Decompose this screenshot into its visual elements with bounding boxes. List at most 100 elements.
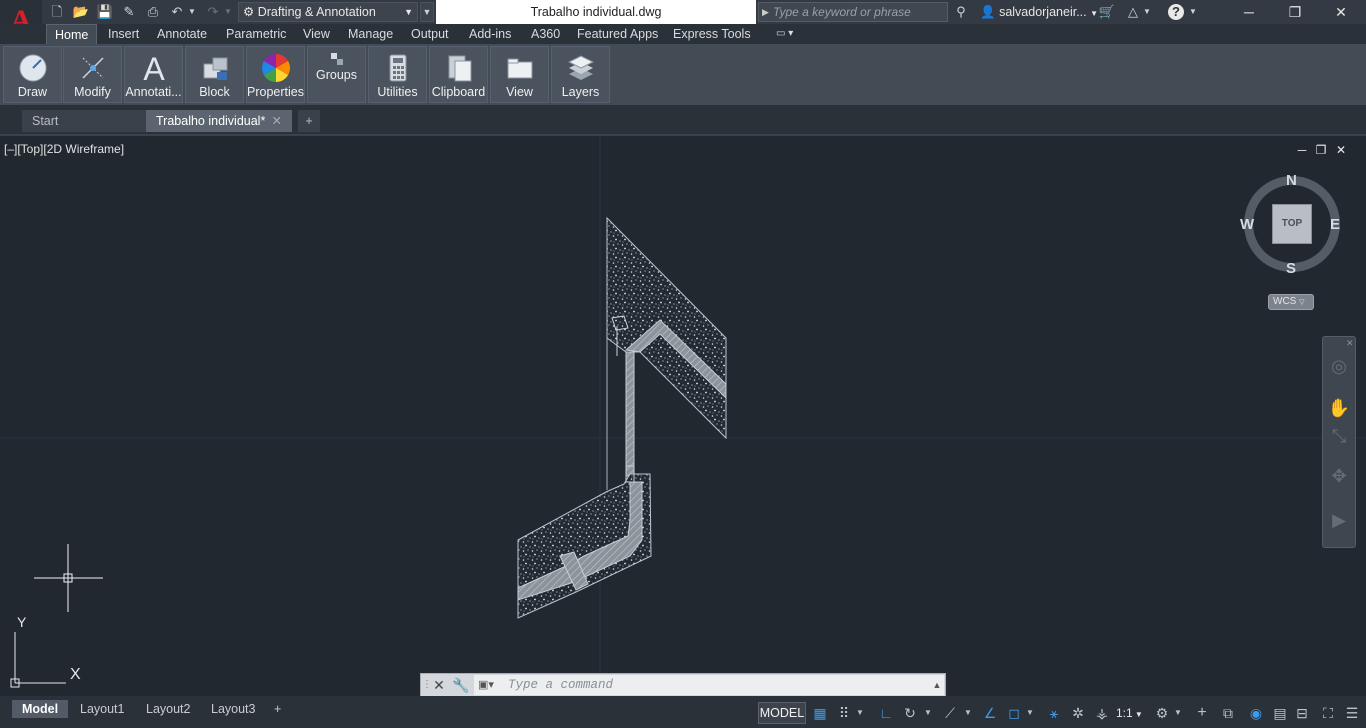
close-tab-icon[interactable]: ✕ — [272, 110, 282, 132]
ribbon-groups-button[interactable]: Groups — [307, 46, 366, 103]
chevron-down-icon[interactable]: ▼ — [1142, 3, 1152, 21]
model-space-button[interactable]: MODEL — [758, 702, 806, 724]
user-account-button[interactable]: 👤 salvadorjaneir... ▼ — [980, 0, 1098, 24]
tab-add-ins[interactable]: Add-ins — [461, 24, 519, 44]
new-tab-button[interactable]: + — [298, 110, 320, 132]
clean-screen-icon[interactable]: ⊟ — [1292, 704, 1312, 722]
tab-current-drawing[interactable]: Trabalho individual* ✕ — [146, 110, 292, 132]
grid-icon[interactable]: ▦ — [810, 704, 830, 722]
annotation-scale-value[interactable]: 1:1 ▼ — [1116, 704, 1144, 722]
ribbon-utilities-button[interactable]: Utilities — [368, 46, 427, 103]
ucs-menu[interactable]: WCS ▽ — [1268, 294, 1314, 310]
annotation-visibility-icon[interactable]: ⚹ — [1044, 704, 1064, 722]
isolate-objects-icon[interactable]: ◉ — [1246, 704, 1266, 722]
new-layout-button[interactable]: + — [268, 700, 287, 718]
tab-output[interactable]: Output — [403, 24, 457, 44]
tab-start[interactable]: Start — [22, 110, 146, 132]
compass-east[interactable]: E — [1330, 216, 1340, 233]
undo-dropdown-icon[interactable]: ▼ — [186, 3, 198, 21]
hardware-acceleration-icon[interactable]: ▤ — [1270, 704, 1290, 722]
help-icon[interactable]: ? — [1168, 4, 1184, 20]
auto-scale-icon[interactable]: ✲ — [1068, 704, 1088, 722]
compass-west[interactable]: W — [1240, 216, 1254, 233]
tab-featured-apps[interactable]: Featured Apps — [569, 24, 666, 44]
orbit-icon[interactable]: ✥ — [1327, 464, 1351, 488]
showmotion-icon[interactable]: ▶ — [1327, 508, 1351, 532]
chevron-down-icon[interactable]: ▼ — [1188, 3, 1198, 21]
ortho-icon[interactable]: ∟ — [876, 704, 896, 722]
undo-icon[interactable]: ↶ — [168, 3, 186, 21]
viewport-controls[interactable]: [–][Top][2D Wireframe] — [4, 142, 124, 156]
ribbon-annotation-button[interactable]: A Annotati... — [124, 46, 183, 103]
tab-home[interactable]: Home — [46, 24, 98, 44]
zoom-extents-icon[interactable]: ⤡ — [1327, 424, 1351, 448]
tab-manage[interactable]: Manage — [340, 24, 401, 44]
tab-insert[interactable]: Insert — [100, 24, 147, 44]
print-icon[interactable]: ⎙ — [144, 3, 162, 21]
open-file-icon[interactable]: 📂 — [72, 3, 90, 21]
annotation-monitor-icon[interactable]: + — [1192, 704, 1212, 722]
command-history-icon[interactable]: ▲ — [930, 675, 944, 695]
steering-wheel-icon[interactable]: ◎ — [1327, 354, 1351, 378]
tab-view[interactable]: View — [295, 24, 338, 44]
layout-tab-model[interactable]: Model — [12, 700, 69, 718]
compass-north[interactable]: N — [1286, 172, 1297, 189]
chevron-down-icon[interactable]: ▼ — [962, 704, 974, 722]
workspace-selector[interactable]: ⚙ Drafting & Annotation ▼ — [238, 2, 418, 22]
close-command-line-icon[interactable]: ✕ — [430, 676, 448, 694]
chevron-down-icon[interactable]: ▼ — [854, 704, 866, 722]
snap-icon[interactable]: ⠿ — [834, 704, 854, 722]
tab-express-tools[interactable]: Express Tools — [665, 24, 759, 44]
viewport-restore-icon[interactable]: ❐ — [1313, 143, 1329, 157]
object-snap-icon[interactable]: ◻ — [1004, 704, 1024, 722]
tab-annotate[interactable]: Annotate — [149, 24, 215, 44]
ribbon-clipboard-button[interactable]: Clipboard — [429, 46, 488, 103]
object-snap-tracking-icon[interactable]: ∠ — [980, 704, 1000, 722]
annotation-scale-icon[interactable]: ⚶ — [1092, 704, 1112, 722]
command-input[interactable]: Type a command — [474, 675, 944, 695]
redo-dropdown-icon[interactable]: ▼ — [222, 3, 234, 21]
isodraft-icon[interactable]: ⟋ — [940, 704, 960, 722]
binoculars-icon[interactable]: ⚲ — [952, 3, 970, 21]
chevron-down-icon[interactable]: ▼ — [1172, 704, 1184, 722]
restore-button[interactable]: ❐ — [1272, 0, 1318, 24]
customization-menu-icon[interactable]: ☰ — [1342, 704, 1362, 722]
save-icon[interactable]: 💾 — [96, 3, 114, 21]
cart-icon[interactable]: 🛒 — [1098, 3, 1116, 21]
minimize-button[interactable]: ─ — [1226, 0, 1272, 24]
quick-access-customize-button[interactable]: ▼ — [420, 2, 434, 22]
viewport-close-icon[interactable]: ✕ — [1333, 143, 1349, 157]
viewport-minimize-icon[interactable]: ─ — [1294, 143, 1310, 157]
navbar-close-icon[interactable]: ✕ — [1346, 338, 1354, 349]
redo-icon[interactable]: ↷ — [204, 3, 222, 21]
chevron-down-icon[interactable]: ▼ — [922, 704, 934, 722]
ribbon-minimize-toggle[interactable]: ▭ ▾ — [768, 24, 801, 44]
close-button[interactable]: ✕ — [1318, 0, 1364, 24]
layout-tab-layout1[interactable]: Layout1 — [70, 700, 134, 718]
ribbon-modify-button[interactable]: Modify — [63, 46, 122, 103]
workspace-switch-icon[interactable]: ⚙ — [1152, 704, 1172, 722]
a360-icon[interactable]: △ — [1124, 3, 1142, 21]
ribbon-block-button[interactable]: Block — [185, 46, 244, 103]
save-as-icon[interactable]: ✎ — [120, 3, 138, 21]
fullscreen-icon[interactable]: ⛶ — [1318, 704, 1338, 722]
ribbon-layers-button[interactable]: Layers — [551, 46, 610, 103]
command-prompt-icon[interactable]: ▣▾ — [478, 677, 502, 693]
layout-tab-layout2[interactable]: Layout2 — [136, 700, 200, 718]
tab-parametric[interactable]: Parametric — [218, 24, 294, 44]
command-line-grip-icon[interactable]: ⋮ — [422, 676, 432, 694]
polar-tracking-icon[interactable]: ↻ — [900, 704, 920, 722]
new-file-icon[interactable]: 🗋 — [48, 3, 66, 21]
tab-a360[interactable]: A360 — [523, 24, 568, 44]
compass-south[interactable]: S — [1286, 260, 1296, 277]
ribbon-view-button[interactable]: View — [490, 46, 549, 103]
layout-tab-layout3[interactable]: Layout3 — [201, 700, 265, 718]
ribbon-properties-button[interactable]: Properties — [246, 46, 305, 103]
pan-hand-icon[interactable]: ✋ — [1327, 396, 1351, 420]
units-icon[interactable]: ⧉ — [1218, 704, 1238, 722]
chevron-down-icon[interactable]: ▼ — [1024, 704, 1036, 722]
viewcube-top-face[interactable]: TOP — [1272, 204, 1312, 244]
search-input[interactable]: ▶ Type a keyword or phrase — [758, 2, 948, 22]
drawing-canvas[interactable] — [0, 136, 1366, 696]
ribbon-draw-button[interactable]: Draw — [3, 46, 62, 103]
